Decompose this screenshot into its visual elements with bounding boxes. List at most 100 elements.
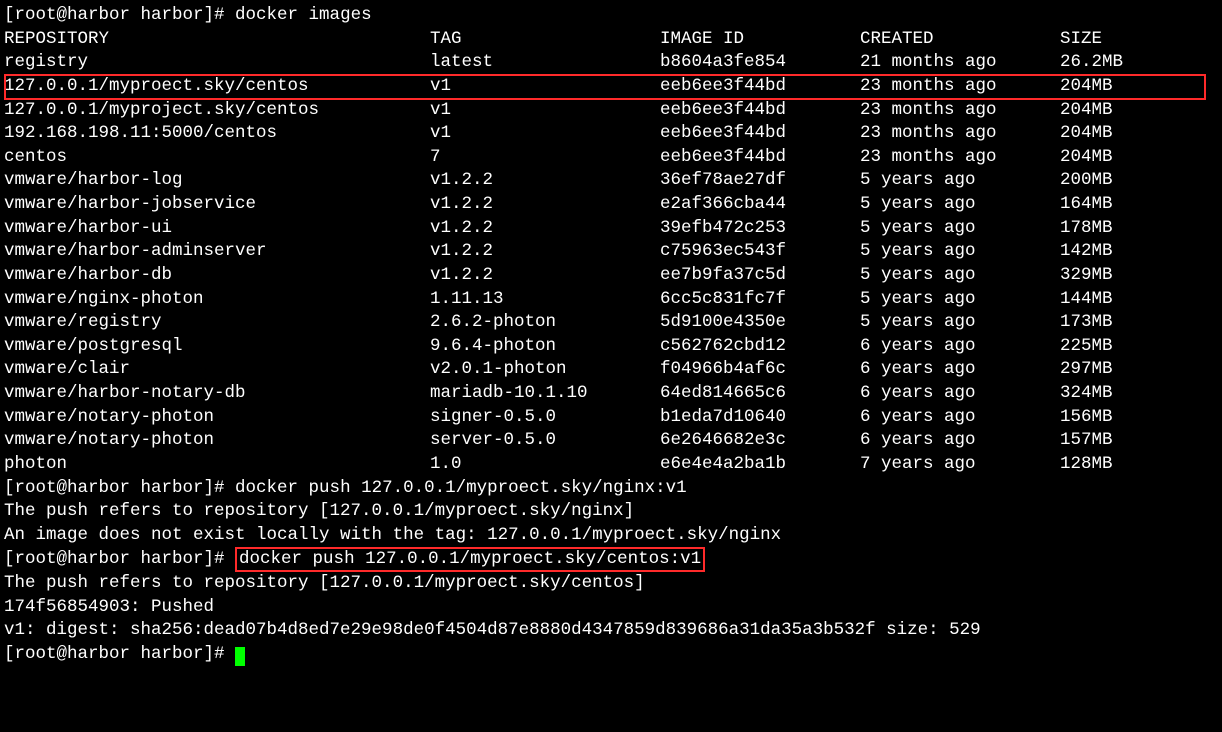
cell-repo: registry xyxy=(4,51,430,75)
table-row: vmware/notary-photon signer-0.5.0 b1eda7… xyxy=(4,406,1218,430)
cell-repo: 127.0.0.1/myproect.sky/centos xyxy=(4,75,430,99)
cell-tag: v1.2.2 xyxy=(430,169,660,193)
cell-size: 156MB xyxy=(1060,406,1218,430)
cell-created: 6 years ago xyxy=(860,335,1060,359)
cell-tag: signer-0.5.0 xyxy=(430,406,660,430)
cell-tag: 2.6.2-photon xyxy=(430,311,660,335)
cell-size: 204MB xyxy=(1060,122,1218,146)
cell-created: 6 years ago xyxy=(860,358,1060,382)
cell-id: eeb6ee3f44bd xyxy=(660,75,860,99)
output-line: The push refers to repository [127.0.0.1… xyxy=(4,572,1218,596)
cell-created: 5 years ago xyxy=(860,240,1060,264)
cell-repo: vmware/postgresql xyxy=(4,335,430,359)
cell-repo: vmware/clair xyxy=(4,358,430,382)
cell-size: 26.2MB xyxy=(1060,51,1218,75)
command: docker push 127.0.0.1/myproect.sky/nginx… xyxy=(235,478,687,498)
cell-created: 23 months ago xyxy=(860,146,1060,170)
cell-repo: vmware/harbor-jobservice xyxy=(4,193,430,217)
cell-size: 164MB xyxy=(1060,193,1218,217)
cell-created: 6 years ago xyxy=(860,382,1060,406)
prompt: [root@harbor harbor]# xyxy=(4,644,235,664)
table-row: vmware/harbor-ui v1.2.2 39efb472c253 5 y… xyxy=(4,217,1218,241)
table-row: vmware/harbor-notary-db mariadb-10.1.10 … xyxy=(4,382,1218,406)
cell-repo: 127.0.0.1/myproject.sky/centos xyxy=(4,99,430,123)
cell-size: 204MB xyxy=(1060,146,1218,170)
terminal-line: [root@harbor harbor]# docker images xyxy=(4,4,1218,28)
cell-id: 39efb472c253 xyxy=(660,217,860,241)
cell-tag: v1.2.2 xyxy=(430,217,660,241)
prompt: [root@harbor harbor]# xyxy=(4,549,235,569)
command: docker push 127.0.0.1/myproect.sky/cento… xyxy=(239,549,701,569)
cell-id: c562762cbd12 xyxy=(660,335,860,359)
output-line: 174f56854903: Pushed xyxy=(4,596,1218,620)
cursor-icon xyxy=(235,647,245,666)
cell-size: 178MB xyxy=(1060,217,1218,241)
cell-size: 324MB xyxy=(1060,382,1218,406)
cell-repo: vmware/harbor-adminserver xyxy=(4,240,430,264)
cell-id: 64ed814665c6 xyxy=(660,382,860,406)
table-row: vmware/nginx-photon 1.11.13 6cc5c831fc7f… xyxy=(4,288,1218,312)
cell-id: eeb6ee3f44bd xyxy=(660,146,860,170)
table-row: registry latest b8604a3fe854 21 months a… xyxy=(4,51,1218,75)
command: docker images xyxy=(235,5,372,25)
cell-size: 173MB xyxy=(1060,311,1218,335)
cell-repo: vmware/harbor-db xyxy=(4,264,430,288)
cell-id: eeb6ee3f44bd xyxy=(660,122,860,146)
cell-id: 6e2646682e3c xyxy=(660,429,860,453)
col-created: CREATED xyxy=(860,28,1060,52)
cell-size: 204MB xyxy=(1060,75,1218,99)
cell-id: b8604a3fe854 xyxy=(660,51,860,75)
cell-repo: vmware/notary-photon xyxy=(4,406,430,430)
cell-repo: vmware/harbor-notary-db xyxy=(4,382,430,406)
table-row: vmware/harbor-log v1.2.2 36ef78ae27df 5 … xyxy=(4,169,1218,193)
cell-repo: centos xyxy=(4,146,430,170)
cell-repo: vmware/notary-photon xyxy=(4,429,430,453)
cell-size: 204MB xyxy=(1060,99,1218,123)
prompt: [root@harbor harbor]# xyxy=(4,5,235,25)
cell-repo: 192.168.198.11:5000/centos xyxy=(4,122,430,146)
table-row: photon 1.0 e6e4e4a2ba1b 7 years ago 128M… xyxy=(4,453,1218,477)
cell-created: 5 years ago xyxy=(860,193,1060,217)
cell-created: 6 years ago xyxy=(860,406,1060,430)
cell-created: 5 years ago xyxy=(860,264,1060,288)
cell-id: e2af366cba44 xyxy=(660,193,860,217)
cell-repo: vmware/harbor-log xyxy=(4,169,430,193)
images-header: REPOSITORY TAG IMAGE ID CREATED SIZE xyxy=(4,28,1218,52)
cell-tag: 1.11.13 xyxy=(430,288,660,312)
cell-tag: server-0.5.0 xyxy=(430,429,660,453)
cell-tag: v1 xyxy=(430,75,660,99)
cell-id: b1eda7d10640 xyxy=(660,406,860,430)
table-row: vmware/harbor-jobservice v1.2.2 e2af366c… xyxy=(4,193,1218,217)
cell-created: 6 years ago xyxy=(860,429,1060,453)
cell-size: 142MB xyxy=(1060,240,1218,264)
cell-tag: mariadb-10.1.10 xyxy=(430,382,660,406)
cell-repo: vmware/nginx-photon xyxy=(4,288,430,312)
terminal-line: [root@harbor harbor]# docker push 127.0.… xyxy=(4,477,1218,501)
output-line: v1: digest: sha256:dead07b4d8ed7e29e98de… xyxy=(4,619,1218,643)
table-row: vmware/registry 2.6.2-photon 5d9100e4350… xyxy=(4,311,1218,335)
table-row: centos 7 eeb6ee3f44bd 23 months ago 204M… xyxy=(4,146,1218,170)
terminal-line[interactable]: [root@harbor harbor]# xyxy=(4,643,1218,667)
cell-tag: v2.0.1-photon xyxy=(430,358,660,382)
cell-id: eeb6ee3f44bd xyxy=(660,99,860,123)
cell-id: e6e4e4a2ba1b xyxy=(660,453,860,477)
terminal-line: [root@harbor harbor]# docker push 127.0.… xyxy=(4,547,1218,572)
table-row: vmware/notary-photon server-0.5.0 6e2646… xyxy=(4,429,1218,453)
cell-created: 23 months ago xyxy=(860,99,1060,123)
cell-size: 157MB xyxy=(1060,429,1218,453)
col-tag: TAG xyxy=(430,28,660,52)
table-row: vmware/harbor-adminserver v1.2.2 c75963e… xyxy=(4,240,1218,264)
cell-tag: v1.2.2 xyxy=(430,264,660,288)
table-row: 127.0.0.1/myproect.sky/centos v1 eeb6ee3… xyxy=(4,75,1218,99)
cell-created: 23 months ago xyxy=(860,122,1060,146)
cell-repo: photon xyxy=(4,453,430,477)
cell-created: 23 months ago xyxy=(860,75,1060,99)
prompt: [root@harbor harbor]# xyxy=(4,478,235,498)
cell-tag: 9.6.4-photon xyxy=(430,335,660,359)
highlight-box: docker push 127.0.0.1/myproect.sky/cento… xyxy=(235,547,705,571)
col-id: IMAGE ID xyxy=(660,28,860,52)
table-row: vmware/clair v2.0.1-photon f04966b4af6c … xyxy=(4,358,1218,382)
table-row: vmware/harbor-db v1.2.2 ee7b9fa37c5d 5 y… xyxy=(4,264,1218,288)
cell-created: 21 months ago xyxy=(860,51,1060,75)
cell-id: 6cc5c831fc7f xyxy=(660,288,860,312)
